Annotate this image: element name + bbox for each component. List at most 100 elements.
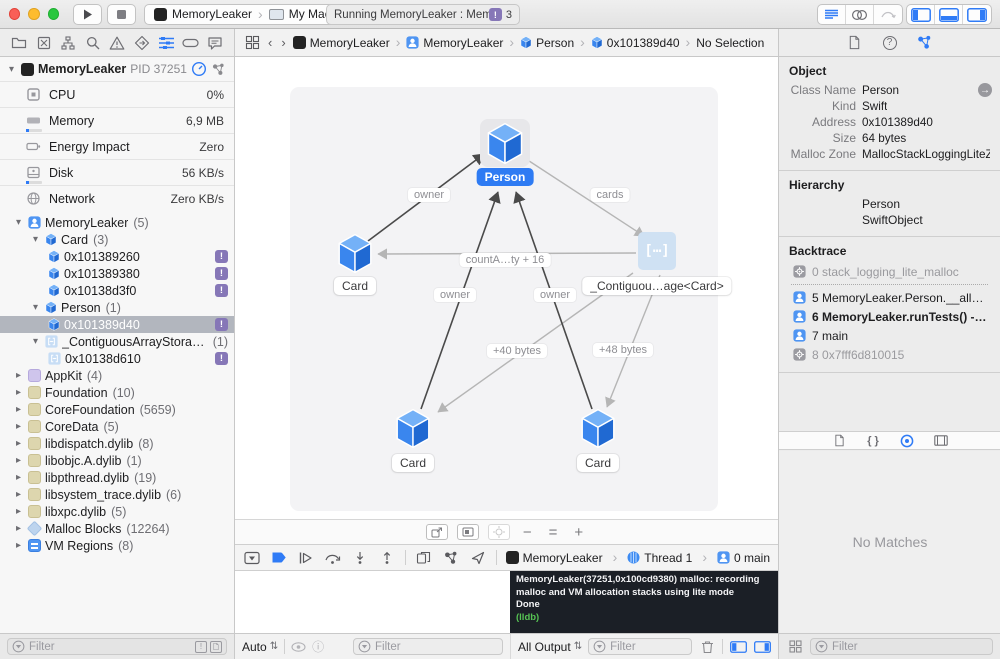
graph-node-array-storage[interactable]	[638, 232, 676, 270]
tree-item-instance-selected[interactable]: 0x101389d40!	[0, 316, 234, 333]
gauge-row-cpu[interactable]: CPU 0%	[0, 81, 234, 107]
backtrace-frame[interactable]: 8 0x7fff6d810015	[779, 345, 1000, 364]
jumpbar-crumb-project[interactable]: MemoryLeaker	[293, 36, 390, 50]
tree-item-foundation[interactable]: ▸Foundation(10)	[0, 384, 234, 401]
console-view[interactable]: MemoryLeaker(37251,0x100cd9380) malloc: …	[510, 571, 778, 633]
tree-item-instance[interactable]: 0x101389380!	[0, 265, 234, 282]
navigator-filter-field[interactable]: Filter !	[7, 638, 227, 655]
gauge-row-network[interactable]: Network Zero KB/s	[0, 185, 234, 211]
zoom-in-button[interactable]	[570, 524, 587, 541]
graph-node-card-label[interactable]: Card	[577, 454, 619, 472]
step-over-button[interactable]	[324, 549, 342, 567]
runtime-issue-badge-icon[interactable]: !	[215, 267, 228, 280]
disclosure-icon[interactable]: ▸	[13, 540, 24, 551]
quick-look-button[interactable]	[291, 642, 306, 652]
tree-item-instance[interactable]: 0x10138d3f0!	[0, 282, 234, 299]
graph-node-card-label[interactable]: Card	[334, 277, 376, 295]
source-control-navigator-tab[interactable]	[35, 34, 53, 52]
disclosure-icon[interactable]: ▸	[13, 438, 24, 449]
library-filter-field[interactable]: Filter	[810, 638, 993, 655]
breakpoint-navigator-tab[interactable]	[182, 34, 200, 52]
memory-graph-canvas[interactable]: Person Card _Contiguou…age<Card> Card Ca…	[235, 57, 778, 519]
jumpbar-crumb-class[interactable]: Person	[520, 36, 574, 50]
zoom-window-button[interactable]	[48, 8, 59, 20]
jumpbar-crumb-target[interactable]: MemoryLeaker	[406, 36, 503, 50]
disclosure-icon[interactable]: ▸	[13, 455, 24, 466]
variables-view[interactable]	[235, 571, 510, 633]
debug-crumb-frame[interactable]: 0 main	[717, 551, 770, 565]
runtime-issue-badge-icon[interactable]: !	[215, 284, 228, 297]
zoom-reset-button[interactable]	[545, 524, 562, 541]
clear-console-button[interactable]	[698, 638, 716, 656]
code-snippet-library-tab[interactable]	[864, 432, 882, 450]
variables-scope-selector[interactable]: Auto	[242, 640, 278, 654]
step-out-button[interactable]	[378, 549, 396, 567]
tree-item-appkit[interactable]: ▸AppKit(4)	[0, 367, 234, 384]
memory-inspector-tab[interactable]	[916, 34, 934, 52]
disclosure-icon[interactable]: ▾	[6, 64, 17, 75]
library-grid-toggle[interactable]	[786, 638, 804, 656]
runtime-issue-badge-icon[interactable]: !	[215, 352, 228, 365]
go-back-button[interactable]: ‹	[266, 35, 274, 50]
tree-item-array-storage[interactable]: ▾_ContiguousArrayStorage<Car…(1)	[0, 333, 234, 350]
backtrace-frame-selected[interactable]: 6 MemoryLeaker.runTests() -> ()	[779, 307, 1000, 326]
go-forward-button[interactable]: ›	[279, 35, 287, 50]
disclosure-icon[interactable]: ▸	[13, 489, 24, 500]
gauge-view-icon[interactable]	[191, 61, 207, 77]
issue-navigator-tab[interactable]	[108, 34, 126, 52]
disclosure-icon[interactable]: ▾	[30, 234, 41, 245]
disclosure-icon[interactable]: ▸	[13, 472, 24, 483]
hide-debug-area-button[interactable]	[243, 549, 261, 567]
tree-item-malloc-blocks[interactable]: ▸Malloc Blocks(12264)	[0, 520, 234, 537]
process-row[interactable]: ▾ MemoryLeaker PID 37251	[0, 57, 234, 81]
activity-view[interactable]: Running MemoryLeaker : MemoryLeaker ! 3	[326, 4, 520, 25]
console-filter-field[interactable]: Filter	[588, 638, 692, 655]
file-filter-toggle[interactable]	[210, 641, 222, 653]
gauge-row-disk[interactable]: Disk 56 KB/s	[0, 159, 234, 185]
backtrace-frame[interactable]: 0 stack_logging_lite_malloc	[779, 262, 1000, 281]
graph-node-card-left[interactable]	[336, 233, 374, 274]
toggle-debug-area-button[interactable]	[935, 5, 963, 24]
view-hierarchy-debugger-button[interactable]	[415, 549, 433, 567]
disclosure-icon[interactable]: ▸	[13, 523, 24, 534]
file-inspector-tab[interactable]	[846, 34, 864, 52]
disclosure-icon[interactable]: ▾	[30, 302, 41, 313]
continue-button[interactable]	[297, 549, 315, 567]
memory-graph-debugger-button[interactable]	[442, 549, 460, 567]
find-navigator-tab[interactable]	[84, 34, 102, 52]
tree-item-libobjc[interactable]: ▸libobjc.A.dylib(1)	[0, 452, 234, 469]
graph-node-card-bottom-left[interactable]	[394, 408, 432, 449]
zoom-out-button[interactable]	[519, 524, 536, 541]
tree-item-libxpc[interactable]: ▸libxpc.dylib(5)	[0, 503, 234, 520]
step-into-button[interactable]	[351, 549, 369, 567]
runtime-issue-badge-icon[interactable]: !	[489, 8, 502, 21]
symbol-navigator-tab[interactable]	[59, 34, 77, 52]
debug-crumb-thread[interactable]: Thread 1	[627, 551, 692, 565]
disclosure-icon[interactable]: ▸	[13, 506, 24, 517]
version-editor-button[interactable]	[874, 5, 902, 24]
graph-node-card-bottom-right[interactable]	[579, 408, 617, 449]
variables-filter-field[interactable]: Filter	[353, 638, 503, 655]
export-graph-button[interactable]	[426, 524, 448, 540]
quick-help-inspector-tab[interactable]	[881, 34, 899, 52]
standard-editor-button[interactable]	[818, 5, 846, 24]
tree-item-libdispatch[interactable]: ▸libdispatch.dylib(8)	[0, 435, 234, 452]
debug-crumb-process[interactable]: MemoryLeaker	[506, 551, 603, 565]
graph-node-person[interactable]	[480, 119, 530, 167]
tree-item-coredata[interactable]: ▸CoreData(5)	[0, 418, 234, 435]
tree-item-libpthread[interactable]: ▸libpthread.dylib(19)	[0, 469, 234, 486]
test-navigator-tab[interactable]	[133, 34, 151, 52]
show-variables-view-button[interactable]	[729, 638, 747, 656]
toggle-inspector-button[interactable]	[963, 5, 991, 24]
disclosure-icon[interactable]: ▸	[13, 370, 24, 381]
media-library-tab[interactable]	[932, 432, 950, 450]
backtrace-frame[interactable]: 7 main	[779, 326, 1000, 345]
jumpbar-crumb-selection[interactable]: No Selection	[696, 36, 764, 50]
memory-graph-icon[interactable]	[211, 62, 226, 77]
runtime-issue-badge-icon[interactable]: !	[215, 318, 228, 331]
tree-item-memoryleaker[interactable]: ▾MemoryLeaker(5)	[0, 214, 234, 231]
graph-node-card-label[interactable]: Card	[392, 454, 434, 472]
tree-item-card[interactable]: ▾Card(3)	[0, 231, 234, 248]
tree-item-instance[interactable]: 0x101389260!	[0, 248, 234, 265]
gauge-row-energy[interactable]: Energy Impact Zero	[0, 133, 234, 159]
